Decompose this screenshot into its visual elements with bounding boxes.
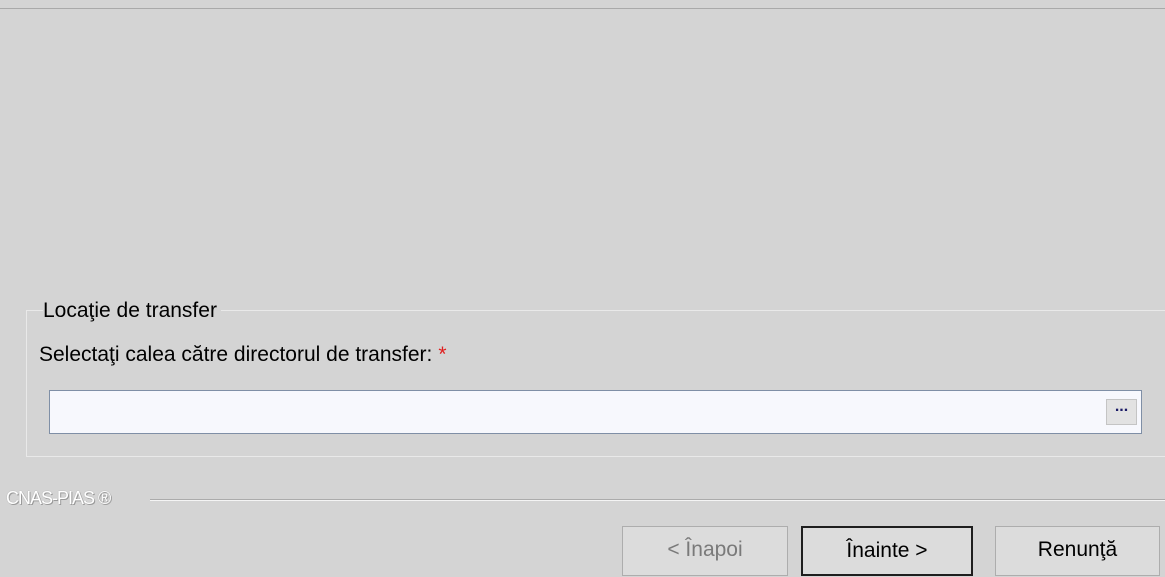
back-button[interactable]: < Înapoi: [622, 526, 788, 576]
transfer-path-field: ...: [49, 390, 1142, 434]
cancel-button[interactable]: Renunţă: [995, 526, 1160, 576]
transfer-path-label: Selectaţi calea către directorul de tran…: [39, 343, 447, 367]
transfer-path-label-text: Selectaţi calea către directorul de tran…: [39, 343, 433, 366]
browse-button[interactable]: ...: [1106, 399, 1137, 425]
next-button[interactable]: Înainte >: [801, 526, 973, 576]
group-title: Locaţie de transfer: [43, 299, 221, 323]
transfer-path-input[interactable]: [52, 393, 1097, 431]
top-border: [0, 8, 1165, 9]
brand-separator: CNAS-PIAS ®: [0, 488, 1165, 509]
transfer-location-group: [26, 310, 1165, 457]
brand-label: CNAS-PIAS ®: [6, 488, 119, 509]
separator-line: [150, 499, 1165, 501]
required-marker: *: [438, 343, 447, 366]
